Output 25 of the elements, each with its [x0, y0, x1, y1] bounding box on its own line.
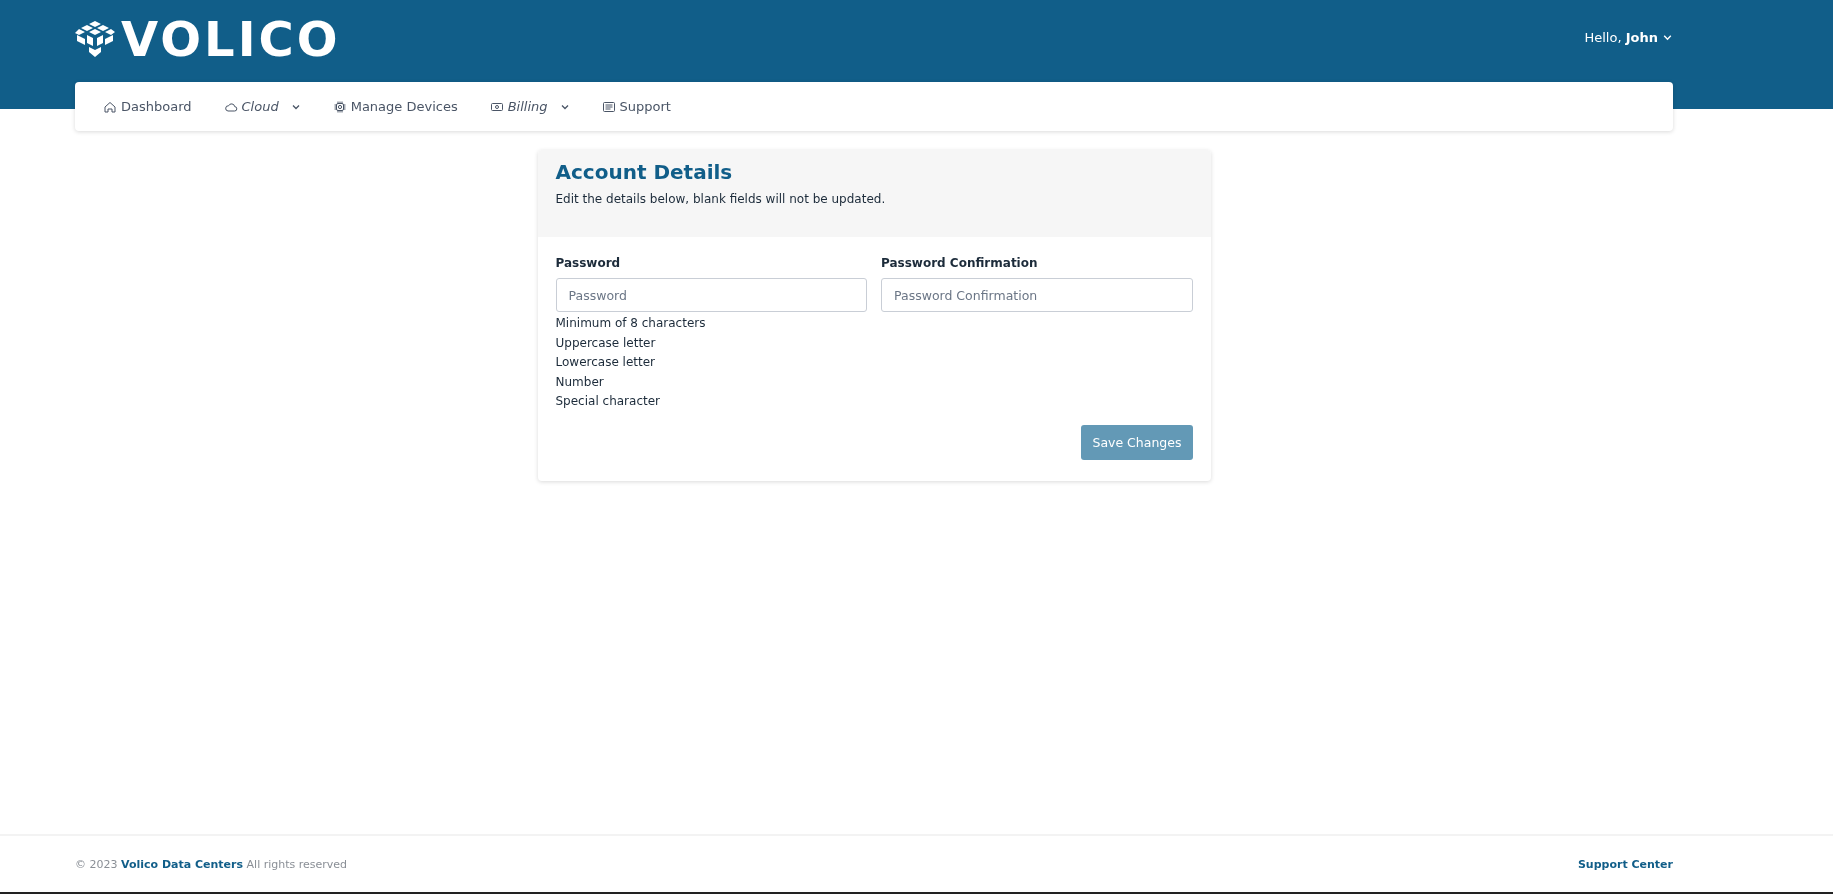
- password-requirement: Number: [555, 373, 605, 391]
- support-center-link[interactable]: Support Center: [1577, 857, 1673, 871]
- password-requirement: Uppercase letter: [555, 334, 657, 352]
- card-subtitle: Edit the details below, blank fields will not be updated.: [555, 192, 887, 206]
- document-icon: [601, 99, 616, 114]
- user-menu[interactable]: Hello, John: [1584, 30, 1673, 45]
- password-requirement: Special character: [555, 393, 661, 410]
- field-label: Password Confirmation: [881, 256, 1039, 270]
- cubes-logo-icon: [75, 21, 115, 57]
- company-link[interactable]: Volico Data Centers: [121, 857, 244, 871]
- nav-item[interactable]: Cloud: [223, 99, 301, 114]
- home-icon: [103, 99, 117, 114]
- password-requirement: Minimum of 8 characters: [555, 315, 707, 332]
- card-title: Account Details: [555, 160, 734, 184]
- password-field[interactable]: Password: [555, 278, 867, 312]
- nav-item[interactable]: Billing: [489, 99, 570, 114]
- field-label: Password: [555, 256, 622, 270]
- copyright-text: © 2023 Volico Data Centers All rights reserved: [75, 857, 348, 871]
- nav-item[interactable]: Dashboard: [103, 99, 192, 114]
- logo: VOLICO: [75, 18, 341, 60]
- nav-item[interactable]: Manage Devices: [332, 99, 458, 114]
- chip-icon: [332, 99, 347, 114]
- nav-item[interactable]: Support: [601, 99, 671, 114]
- password-requirement: Lowercase letter: [555, 354, 657, 371]
- password-field[interactable]: Password Confirmation: [881, 278, 1193, 312]
